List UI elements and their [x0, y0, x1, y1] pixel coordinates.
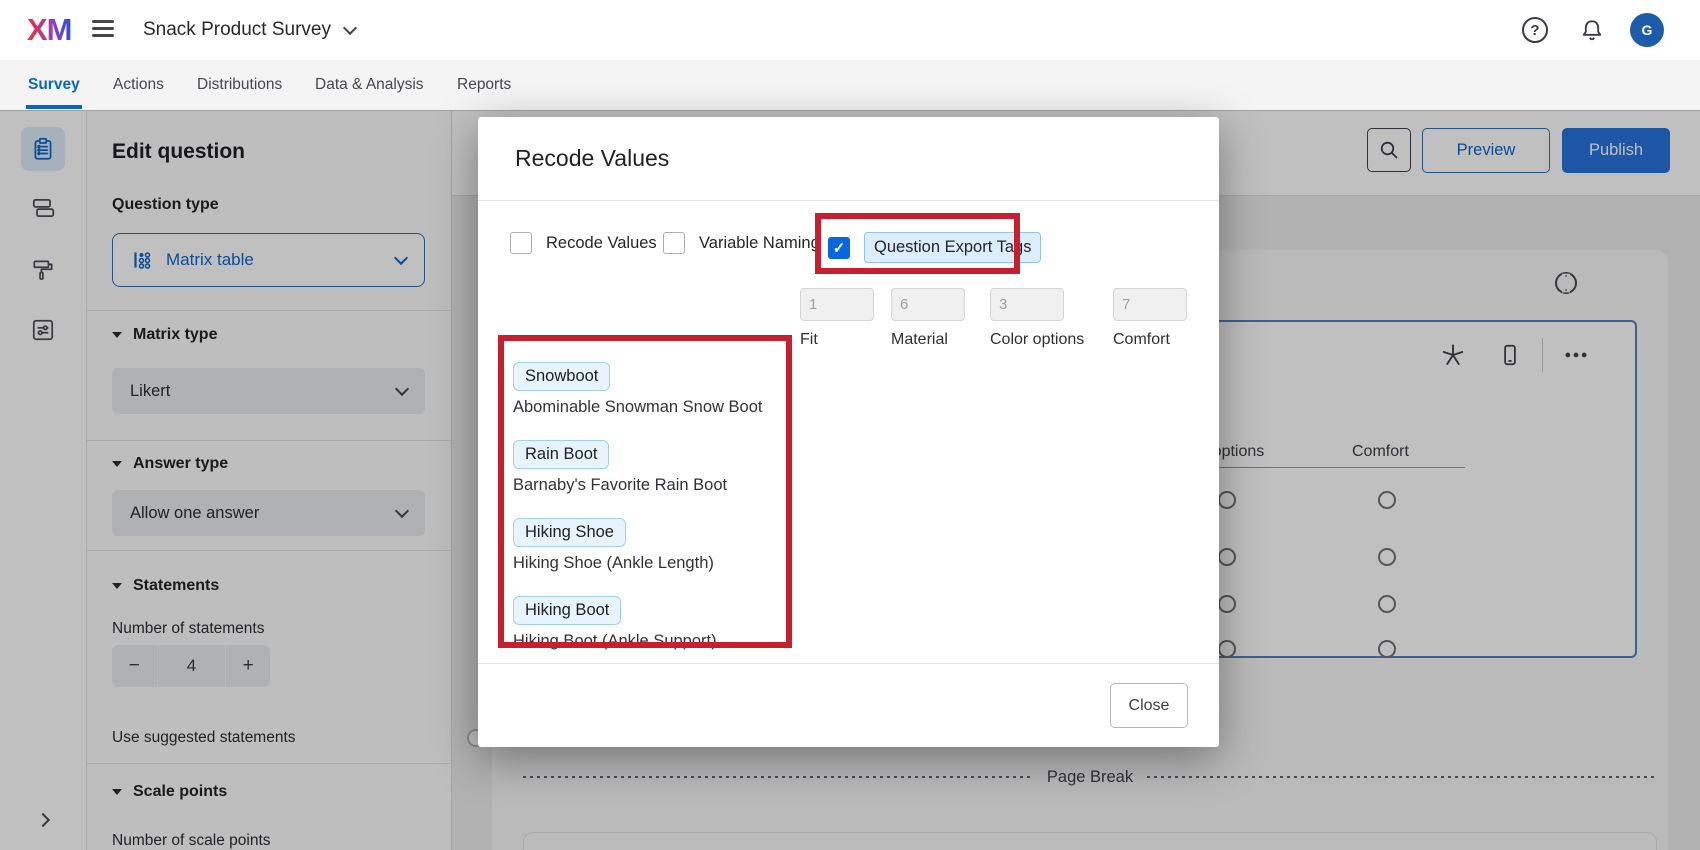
checkbox-variable-naming[interactable]: Variable Naming	[663, 232, 820, 254]
recode-field-fit: Fit	[800, 288, 874, 349]
close-button[interactable]: Close	[1110, 683, 1188, 728]
annotation-box-export-tags-list	[498, 335, 792, 648]
annotation-box-question-export-tags	[815, 213, 1020, 274]
recode-field-label: Comfort	[1113, 331, 1187, 349]
recode-field-label: Material	[891, 331, 965, 349]
notifications-bell-icon[interactable]	[1578, 16, 1606, 44]
app-window: XM Snack Product Survey ? G Survey Actio…	[0, 0, 1700, 850]
top-bar: XM Snack Product Survey ? G	[0, 0, 1700, 61]
recode-field-comfort: Comfort	[1113, 288, 1187, 349]
recode-field-material: Material	[891, 288, 965, 349]
recode-input[interactable]	[990, 288, 1064, 321]
tab-survey[interactable]: Survey	[28, 60, 80, 109]
recode-field-color-options: Color options	[990, 288, 1084, 349]
chevron-down-icon	[343, 21, 357, 35]
tab-reports[interactable]: Reports	[457, 60, 511, 109]
hamburger-menu-icon[interactable]	[92, 20, 114, 39]
tab-distributions[interactable]: Distributions	[197, 60, 282, 109]
main-nav-tabs: Survey Actions Distributions Data & Anal…	[0, 60, 1700, 111]
modal-title: Recode Values	[515, 145, 669, 172]
help-icon[interactable]: ?	[1522, 17, 1548, 43]
recode-input[interactable]	[1113, 288, 1187, 321]
checkbox-icon	[510, 232, 532, 254]
recode-field-label: Fit	[800, 331, 874, 349]
divider	[478, 663, 1219, 664]
recode-input[interactable]	[891, 288, 965, 321]
tab-actions[interactable]: Actions	[113, 60, 164, 109]
survey-title: Snack Product Survey	[143, 19, 331, 41]
checkbox-icon	[663, 232, 685, 254]
recode-input[interactable]	[800, 288, 874, 321]
user-avatar[interactable]: G	[1630, 13, 1664, 47]
survey-title-dropdown[interactable]: Snack Product Survey	[143, 0, 355, 60]
tab-data-analysis[interactable]: Data & Analysis	[315, 60, 424, 109]
recode-field-label: Color options	[990, 331, 1084, 349]
xm-logo: XM	[27, 12, 72, 48]
divider	[478, 200, 1219, 201]
checkbox-recode-values[interactable]: Recode Values	[510, 232, 657, 254]
